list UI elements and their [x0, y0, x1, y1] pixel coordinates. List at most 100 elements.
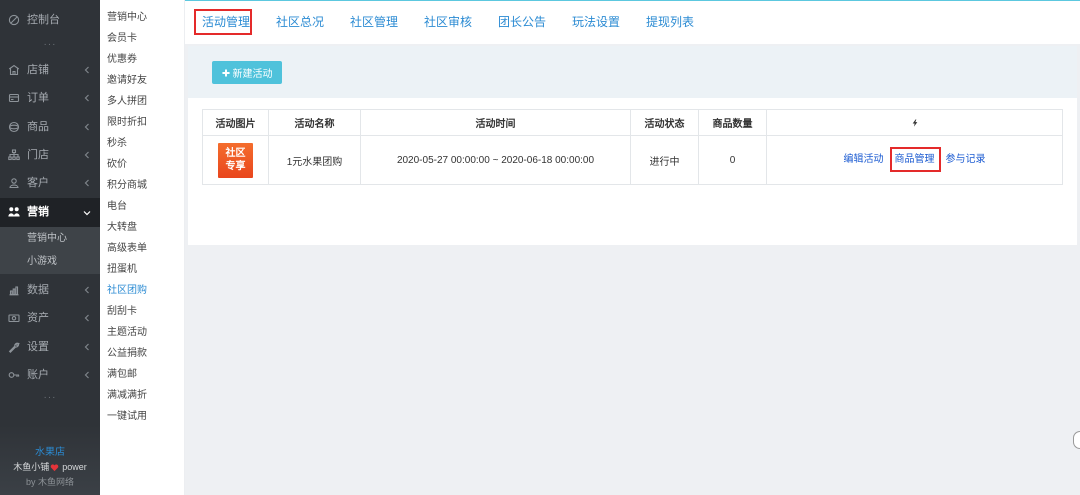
chevron-left-icon — [84, 123, 89, 131]
tab-community-management[interactable]: 社区管理 — [350, 14, 398, 30]
sidebar-item-customers[interactable]: 客户 — [0, 169, 100, 197]
sidebar-item-label: 店铺 — [27, 64, 49, 76]
subnav-item-flash-sale[interactable]: 秒杀 — [100, 133, 184, 154]
chevron-left-icon — [84, 151, 89, 159]
sidebar-submenu: 营销中心 小游戏 — [0, 227, 100, 274]
brand-suffix: power — [62, 462, 87, 472]
sidebar-item-label: 商品 — [27, 121, 49, 133]
tab-leader-announcement[interactable]: 团长公告 — [498, 14, 546, 30]
goods-icon — [8, 121, 20, 133]
tab-community-review[interactable]: 社区审核 — [424, 14, 472, 30]
subnav-item-marketing-center[interactable]: 营销中心 — [100, 7, 184, 28]
subnav-item-member-card[interactable]: 会员卡 — [100, 28, 184, 49]
sidebar-item-store[interactable]: 店铺 — [0, 56, 100, 84]
sidebar-item-label: 数据 — [27, 284, 49, 296]
settings-icon — [8, 342, 20, 353]
subnav-item-invite-friends[interactable]: 邀请好友 — [100, 70, 184, 91]
chevron-left-icon — [84, 179, 89, 187]
sidebar-item-branch[interactable]: 门店 — [0, 141, 100, 169]
sidebar-separator: ··· — [43, 39, 57, 50]
sidebar-subitem-mini-games[interactable]: 小游戏 — [0, 250, 100, 273]
edit-activity-link[interactable]: 编辑活动 — [844, 154, 884, 166]
subnav-item-time-discount[interactable]: 限时折扣 — [100, 112, 184, 133]
customer-icon — [9, 178, 19, 189]
goods-management-link[interactable]: 商品管理 — [889, 147, 941, 172]
activity-table: 活动图片 活动名称 活动时间 活动状态 商品数量 社区 专享 1元水果团购 20… — [202, 109, 1063, 185]
sidebar-footer: 水果店 木鱼小铺 power by 木鱼网络 — [0, 425, 100, 495]
row-actions: 编辑活动 商品管理 参与记录 — [767, 147, 1062, 172]
subnav-item-advanced-form[interactable]: 高级表单 — [100, 238, 184, 259]
sidebar-item-marketing[interactable]: 营销 — [0, 198, 100, 227]
chevron-down-icon — [83, 211, 91, 216]
subnav-item-gacha[interactable]: 扭蛋机 — [100, 259, 184, 280]
sidebar-item-label: 门店 — [27, 149, 49, 161]
subnav-item-radio[interactable]: 电台 — [100, 196, 184, 217]
lightning-icon — [912, 118, 917, 127]
tab-withdrawal-list[interactable]: 提现列表 — [646, 14, 694, 30]
table-row: 社区 专享 1元水果团购 2020-05-27 00:00:00 ~ 2020-… — [202, 135, 1063, 185]
tab-gameplay-settings[interactable]: 玩法设置 — [572, 14, 620, 30]
toolbar: 新建活动 — [188, 46, 1077, 98]
column-header-name: 活动名称 — [268, 109, 361, 136]
cell-image: 社区 专享 — [202, 135, 269, 185]
subnav-item-community-group-buy[interactable]: 社区团购 — [100, 280, 184, 301]
branch-icon — [8, 149, 20, 161]
main-sidebar: 控制台 ··· 店铺 订单 商品 门店 客户 营销 营销中心 小游戏 数据 资产… — [0, 0, 100, 495]
sidebar-subitem-marketing-center[interactable]: 营销中心 — [0, 227, 100, 250]
participation-records-link[interactable]: 参与记录 — [946, 154, 986, 166]
goods-management-label: 商品管理 — [894, 154, 935, 165]
brand-name: 木鱼小铺 — [13, 462, 50, 472]
subnav-item-bargain[interactable]: 砍价 — [100, 154, 184, 175]
floating-widget-edge[interactable] — [1073, 431, 1080, 449]
chevron-left-icon — [84, 94, 89, 102]
new-activity-label: 新建活动 — [232, 69, 273, 80]
dashboard-icon — [8, 14, 20, 26]
marketing-submenu: 营销中心 会员卡 优惠券 邀请好友 多人拼团 限时折扣 秒杀 砍价 积分商城 电… — [100, 0, 185, 495]
shop-name-link[interactable]: 水果店 — [0, 445, 100, 460]
subnav-item-one-click-trial[interactable]: 一键试用 — [100, 406, 184, 427]
activity-image-text: 专享 — [225, 160, 246, 172]
tab-list: 活动管理 社区总况 社区管理 社区审核 团长公告 玩法设置 提现列表 — [202, 14, 694, 30]
column-header-status: 活动状态 — [630, 109, 699, 136]
subnav-item-coupon[interactable]: 优惠券 — [100, 49, 184, 70]
marketing-icon — [8, 207, 20, 217]
activity-image: 社区 专享 — [218, 142, 253, 178]
subnav-item-scratch-card[interactable]: 刮刮卡 — [100, 301, 184, 322]
brand-line: 木鱼小铺 power — [0, 460, 100, 475]
sidebar-item-settings[interactable]: 设置 — [0, 333, 100, 361]
subnav-item-free-shipping[interactable]: 满包邮 — [100, 364, 184, 385]
cell-name: 1元水果团购 — [268, 135, 361, 185]
subnav-item-theme-activity[interactable]: 主题活动 — [100, 322, 184, 343]
credit-text: by 木鱼网络 — [25, 477, 74, 487]
tab-community-overview[interactable]: 社区总况 — [276, 14, 324, 30]
sidebar-item-label: 设置 — [27, 341, 49, 353]
sidebar-item-data[interactable]: 数据 — [0, 276, 100, 304]
sidebar-item-dashboard[interactable]: 控制台 — [0, 6, 100, 34]
sidebar-item-orders[interactable]: 订单 — [0, 84, 100, 112]
tab-bar: 活动管理 社区总况 社区管理 社区审核 团长公告 玩法设置 提现列表 — [185, 0, 1080, 44]
sidebar-item-assets[interactable]: 资产 — [0, 304, 100, 332]
subnav-item-group-buy[interactable]: 多人拼团 — [100, 91, 184, 112]
sidebar-item-goods[interactable]: 商品 — [0, 113, 100, 141]
column-header-image: 活动图片 — [202, 109, 269, 136]
account-icon — [8, 372, 20, 378]
subnav-item-points-mall[interactable]: 积分商城 — [100, 175, 184, 196]
subnav-item-full-reduction[interactable]: 满减满折 — [100, 385, 184, 406]
subnav-item-wheel[interactable]: 大转盘 — [100, 217, 184, 238]
tab-activity-management[interactable]: 活动管理 — [202, 14, 250, 30]
store-icon — [8, 64, 20, 76]
column-header-goods-count: 商品数量 — [698, 109, 767, 136]
sidebar-item-label: 订单 — [27, 92, 49, 104]
new-activity-button[interactable]: 新建活动 — [212, 61, 282, 84]
chevron-left-icon — [84, 66, 89, 74]
activity-image-text: 社区 — [225, 147, 246, 159]
sidebar-item-account[interactable]: 账户 — [0, 361, 100, 389]
chevron-left-icon — [84, 314, 89, 322]
assets-icon — [8, 314, 20, 323]
table-header-row: 活动图片 活动名称 活动时间 活动状态 商品数量 — [202, 109, 1063, 136]
sidebar-item-label: 客户 — [27, 177, 49, 189]
data-icon — [9, 286, 19, 296]
column-header-actions — [766, 109, 1063, 136]
sidebar-item-label: 账户 — [27, 369, 49, 381]
subnav-item-charity[interactable]: 公益捐款 — [100, 343, 184, 364]
